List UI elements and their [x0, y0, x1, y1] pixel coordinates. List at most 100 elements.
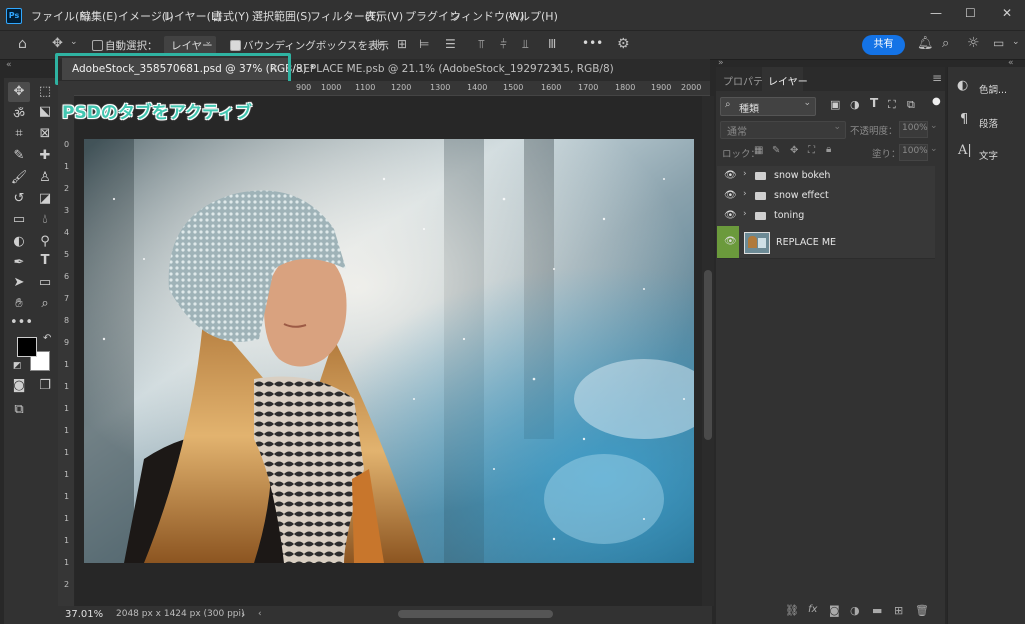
align-bottom-icon[interactable]: ⫫	[522, 37, 529, 52]
marquee-tool-icon[interactable]: ⬚	[36, 84, 54, 99]
menu-help[interactable]: ヘルプ(H)	[508, 8, 558, 24]
expand-panels-icon[interactable]: «	[1008, 58, 1014, 68]
align-right-icon[interactable]: ⊨	[419, 37, 429, 51]
chevron-right-icon[interactable]: ›	[743, 169, 747, 179]
dodge-tool-icon[interactable]: ◐	[10, 234, 28, 249]
auto-select-dropdown[interactable]: レイヤー ⌄	[164, 36, 216, 54]
opacity-input[interactable]: 100%	[899, 121, 928, 138]
horizontal-scroll-thumb[interactable]	[398, 610, 553, 618]
adjustment-layer-icon[interactable]: ◑	[850, 604, 860, 617]
more-options-icon[interactable]: •••	[582, 36, 603, 50]
history-brush-icon[interactable]: ↺	[10, 191, 28, 206]
new-group-icon[interactable]: ▬	[872, 604, 882, 617]
filter-pixel-icon[interactable]: ▣	[830, 98, 840, 111]
side-panel-adjustments[interactable]: 色調...	[979, 82, 1007, 96]
gradient-tool-icon[interactable]: ▭	[10, 212, 28, 227]
object-selection-icon[interactable]: ⬕	[36, 104, 54, 119]
brush-tool-icon[interactable]: 🖌︎	[10, 170, 28, 185]
tab-layers[interactable]: レイヤー	[768, 73, 808, 88]
menu-edit[interactable]: 編集(E)	[80, 8, 118, 24]
adjustments-icon[interactable]: ◐	[957, 78, 968, 93]
hand-tool-icon[interactable]: ✋︎	[10, 296, 28, 311]
lock-image-icon[interactable]: ✎	[772, 145, 780, 156]
collapse-toolbar-icon[interactable]: «	[6, 60, 12, 70]
align-middle-icon[interactable]: ⫩	[500, 37, 507, 52]
share-button[interactable]: 共有	[862, 35, 905, 55]
chevron-right-icon[interactable]: ›	[743, 189, 747, 199]
chevron-down-icon[interactable]: ⌄	[930, 121, 938, 131]
crop-tool-icon[interactable]: ⌗	[10, 126, 28, 141]
tab-close-icon[interactable]: ×	[552, 63, 560, 74]
filter-toggle-icon[interactable]: ●	[932, 96, 941, 107]
lock-artboard-icon[interactable]: ⛶	[808, 145, 815, 156]
filter-smart-object-icon[interactable]: ⧉	[907, 98, 915, 112]
add-mask-icon[interactable]: ◙	[829, 604, 840, 617]
path-selection-icon[interactable]: ➤	[10, 275, 28, 290]
character-icon[interactable]: A|	[958, 143, 972, 158]
align-center-icon[interactable]: ⊞	[397, 37, 407, 51]
default-colors-icon[interactable]: ◩	[13, 361, 22, 371]
photoshop-logo-icon[interactable]: Ps	[6, 8, 22, 24]
zoom-level[interactable]: 37.01%	[65, 609, 103, 620]
blend-mode-dropdown[interactable]: 通常 ⌄	[720, 121, 846, 139]
trash-icon[interactable]: 🗑︎	[915, 604, 929, 617]
auto-select-checkbox[interactable]	[92, 40, 103, 51]
filter-shape-icon[interactable]: ⛶	[888, 98, 896, 112]
link-layers-icon[interactable]: ⛓︎	[785, 604, 799, 617]
filter-type-icon[interactable]: T	[870, 96, 878, 110]
distribute-icon[interactable]: ☰	[445, 37, 456, 51]
move-tool-icon[interactable]: ✥	[52, 36, 63, 51]
foreground-color-swatch[interactable]	[17, 337, 37, 357]
eye-icon[interactable]: 👁︎	[724, 170, 737, 181]
document-image[interactable]	[84, 139, 694, 563]
quick-mask-icon[interactable]: ◙	[10, 378, 28, 393]
move-tool-icon[interactable]: ✥	[10, 84, 28, 99]
scroll-left-icon[interactable]: ‹	[258, 609, 262, 619]
side-panel-character[interactable]: 文字	[979, 148, 998, 162]
swap-colors-icon[interactable]: ↶	[43, 333, 51, 344]
fx-icon[interactable]: fx	[808, 604, 817, 615]
dodge-burn-icon[interactable]: ⚲	[36, 234, 54, 249]
layer-row[interactable]	[717, 206, 935, 227]
workspace-icon[interactable]: ▭	[993, 36, 1004, 50]
more-tools-icon[interactable]: •••	[10, 315, 33, 330]
lock-position-icon[interactable]: ✥	[790, 145, 798, 156]
menu-type[interactable]: 書式(Y)	[212, 8, 249, 24]
align-top-icon[interactable]: ⫪	[478, 37, 485, 52]
tab-psb-label[interactable]: REPLACE ME.psb @ 21.1% (AdobeStock_19297…	[296, 63, 614, 75]
blur-tool-icon[interactable]: 💧︎	[36, 212, 54, 227]
frame-tool-icon[interactable]: ⊠	[36, 126, 54, 141]
side-panel-paragraph[interactable]: 段落	[979, 116, 998, 130]
chevron-down-icon[interactable]: ⌄	[1012, 37, 1020, 47]
minimize-icon[interactable]: —	[930, 6, 942, 20]
stamp-tool-icon[interactable]: ♙	[36, 170, 54, 185]
zoom-tool-icon[interactable]: ⌕	[36, 296, 54, 311]
chevron-down-icon[interactable]: ⌄	[930, 144, 938, 154]
align-left-icon[interactable]: ⊫	[375, 37, 385, 51]
search-icon[interactable]: ⌕	[942, 36, 949, 51]
home-icon[interactable]: ⌂	[18, 36, 27, 52]
edit-toolbar-icon[interactable]: ⧉	[10, 402, 28, 417]
menu-view[interactable]: 表示(V)	[365, 8, 403, 24]
panel-menu-icon[interactable]: ≡	[932, 71, 942, 85]
screen-mode-icon[interactable]: ❐	[36, 378, 54, 393]
vertical-scroll-thumb[interactable]	[704, 270, 712, 440]
menu-select[interactable]: 選択範囲(S)	[252, 8, 312, 24]
bounding-box-checkbox[interactable]	[230, 40, 241, 51]
close-icon[interactable]: ✕	[1002, 6, 1012, 20]
paragraph-icon[interactable]: ¶	[960, 112, 968, 127]
lock-all-icon[interactable]: 🔒︎	[826, 144, 831, 155]
eye-icon[interactable]: 👁︎	[724, 190, 737, 201]
pen-tool-icon[interactable]: ✒	[10, 255, 28, 270]
status-menu-arrow-icon[interactable]: ›	[241, 608, 245, 621]
eye-icon[interactable]: 👁︎	[724, 236, 737, 247]
distribute-vertical-icon[interactable]: Ⅲ	[548, 37, 556, 51]
filter-adjustment-icon[interactable]: ◑	[850, 98, 860, 111]
lightbulb-icon[interactable]: ☼	[967, 35, 980, 51]
chevron-right-icon[interactable]: ›	[743, 209, 747, 219]
layer-filter-dropdown[interactable]: ⌕ 種類 ⌄	[720, 97, 816, 116]
eraser-tool-icon[interactable]: ◪	[36, 191, 54, 206]
eyedropper-icon[interactable]: ✎	[10, 148, 28, 163]
lock-transparent-icon[interactable]: ▦	[754, 145, 763, 156]
healing-brush-icon[interactable]: ✚	[36, 148, 54, 163]
